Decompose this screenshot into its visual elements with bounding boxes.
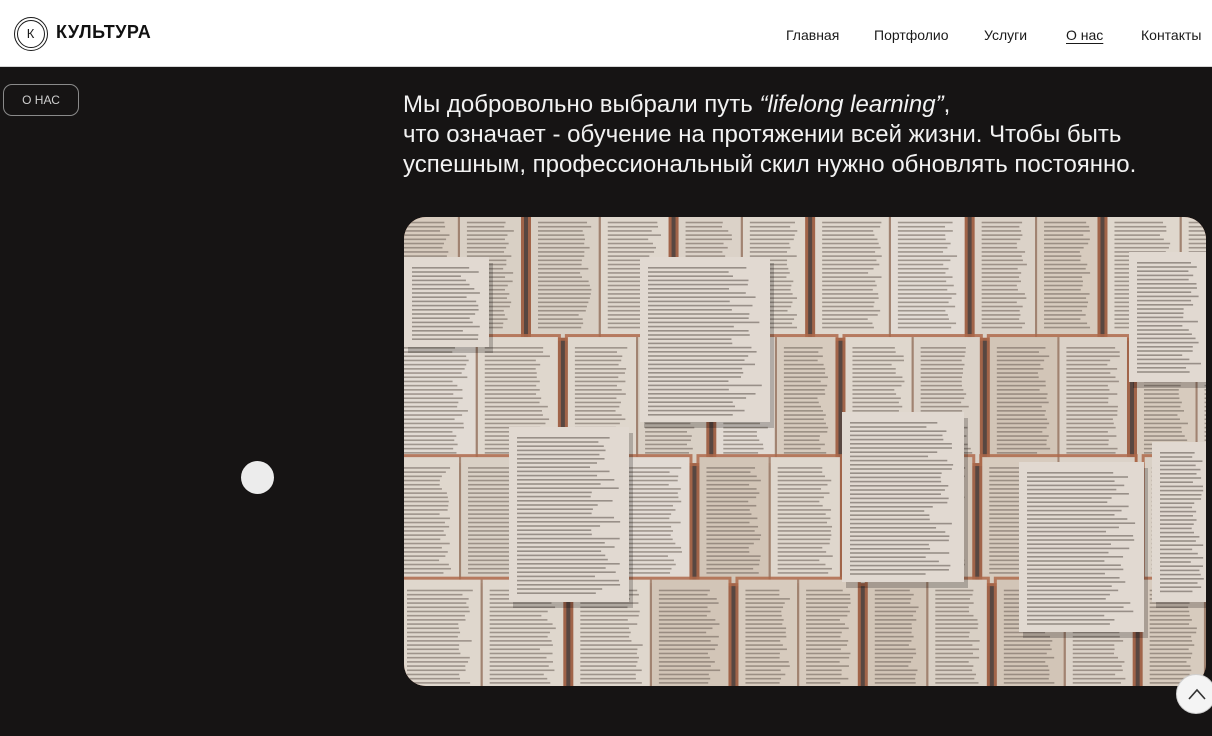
heading-line1-end: , — [943, 91, 951, 118]
main-nav: Главная Портфолио Услуги О нас Контакты — [0, 27, 1212, 47]
heading-italic-phrase: “lifelong learning” — [759, 91, 944, 118]
about-tag-button[interactable]: О НАС — [3, 84, 79, 116]
chevron-up-icon — [1188, 688, 1206, 700]
scroll-to-top-button[interactable] — [1176, 674, 1212, 714]
nav-link-home[interactable]: Главная — [786, 27, 839, 43]
books-collage-graphic — [404, 217, 1206, 686]
heading-line1-start: Мы добровольно выбрали путь — [403, 91, 760, 118]
nav-link-portfolio[interactable]: Портфолио — [874, 27, 949, 43]
nav-link-contacts[interactable]: Контакты — [1141, 27, 1201, 43]
books-hero-image — [404, 217, 1206, 686]
nav-link-services[interactable]: Услуги — [984, 27, 1027, 43]
heading-line2: что означает - обучение на протяжении вс… — [403, 121, 1122, 148]
slider-cursor-dot[interactable] — [241, 461, 274, 494]
heading-line3: успешным, профессиональный скил нужно об… — [403, 151, 1137, 178]
nav-link-about[interactable]: О нас — [1066, 27, 1103, 43]
section-heading: Мы добровольно выбрали путь “lifelong le… — [403, 90, 1203, 180]
site-header: К КУЛЬТУРА Главная Портфолио Услуги О на… — [0, 0, 1212, 67]
